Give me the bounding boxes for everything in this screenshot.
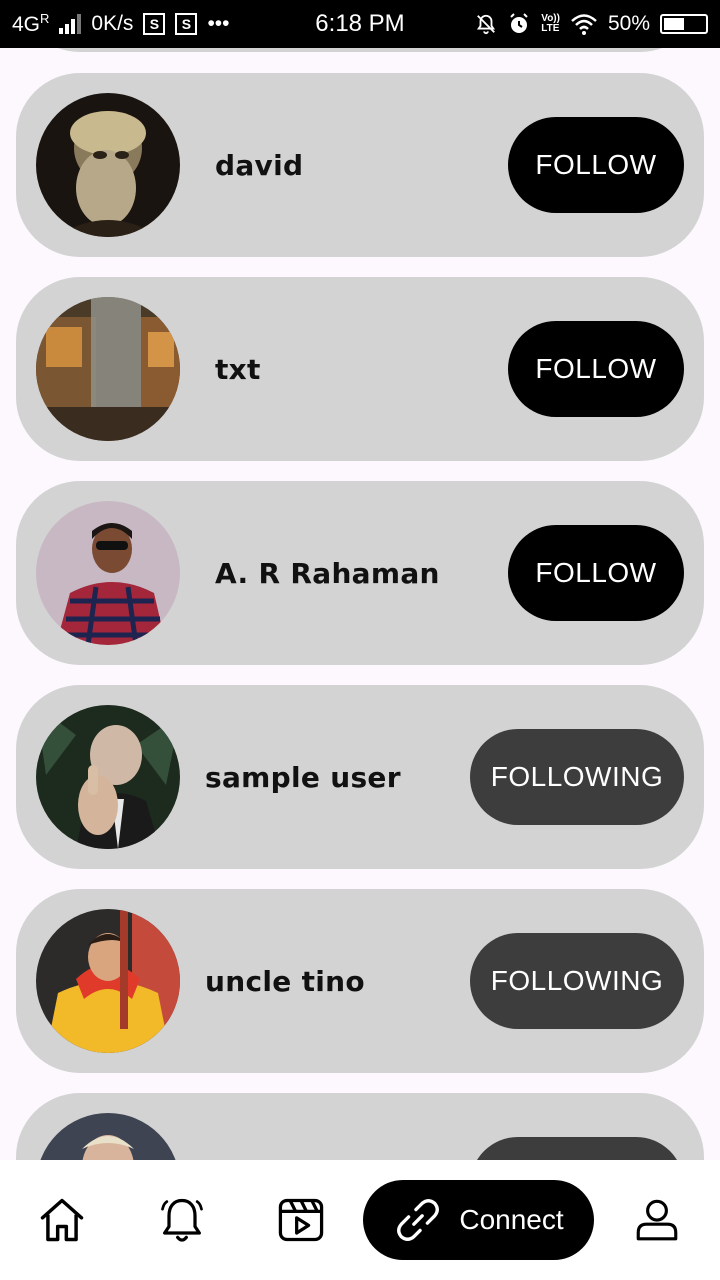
battery-percent: 50%	[607, 12, 650, 35]
user-name[interactable]: uncle tino	[205, 889, 365, 1073]
following-button[interactable]	[470, 1137, 684, 1160]
following-button[interactable]: FOLLOWING	[470, 729, 684, 825]
battery-icon	[660, 14, 708, 34]
follow-button[interactable]: FOLLOW	[508, 525, 684, 621]
user-name[interactable]: A. R Rahaman	[215, 481, 440, 665]
bell-icon	[161, 1198, 203, 1242]
avatar[interactable]	[36, 297, 180, 441]
nav-connect-label: Connect	[459, 1204, 564, 1235]
avatar[interactable]	[36, 93, 180, 237]
link-icon	[397, 1199, 440, 1241]
avatar[interactable]	[36, 501, 180, 645]
user-card: uncle tino FOLLOWING	[16, 889, 704, 1073]
user-name[interactable]: txt	[215, 277, 261, 461]
avatar[interactable]	[36, 1113, 180, 1160]
user-name[interactable]: sample user	[205, 685, 401, 869]
nav-profile[interactable]	[617, 1160, 697, 1280]
user-card: sample user FOLLOWING	[16, 685, 704, 869]
following-button[interactable]: FOLLOWING	[470, 933, 684, 1029]
avatar[interactable]	[36, 705, 180, 849]
bottom-nav: Connect	[0, 1160, 720, 1280]
nav-videos[interactable]	[261, 1160, 341, 1280]
alarm-icon	[507, 12, 531, 36]
user-list[interactable]: david FOLLOW txt FOLLOW A. R Rahaman FOL…	[0, 48, 720, 1160]
user-card	[16, 48, 704, 52]
profile-icon	[636, 1199, 678, 1241]
volte-icon: Vo)) LTE	[541, 13, 560, 34]
nav-home[interactable]	[22, 1160, 102, 1280]
user-card	[16, 1093, 704, 1160]
video-icon	[278, 1198, 324, 1242]
nav-notifications[interactable]	[142, 1160, 222, 1280]
wifi-icon	[570, 13, 598, 35]
mute-bell-icon	[475, 13, 497, 35]
nav-connect[interactable]: Connect	[363, 1180, 594, 1260]
user-card: txt FOLLOW	[16, 277, 704, 461]
follow-button[interactable]: FOLLOW	[508, 321, 684, 417]
user-card: A. R Rahaman FOLLOW	[16, 481, 704, 665]
status-bar: 4GR 0K/s S S ••• 6:18 PM Vo)) LTE 50%	[0, 0, 720, 48]
user-name[interactable]: david	[215, 73, 303, 257]
home-icon	[40, 1198, 84, 1242]
follow-button[interactable]: FOLLOW	[508, 117, 684, 213]
user-card: david FOLLOW	[16, 73, 704, 257]
avatar[interactable]	[36, 909, 180, 1053]
